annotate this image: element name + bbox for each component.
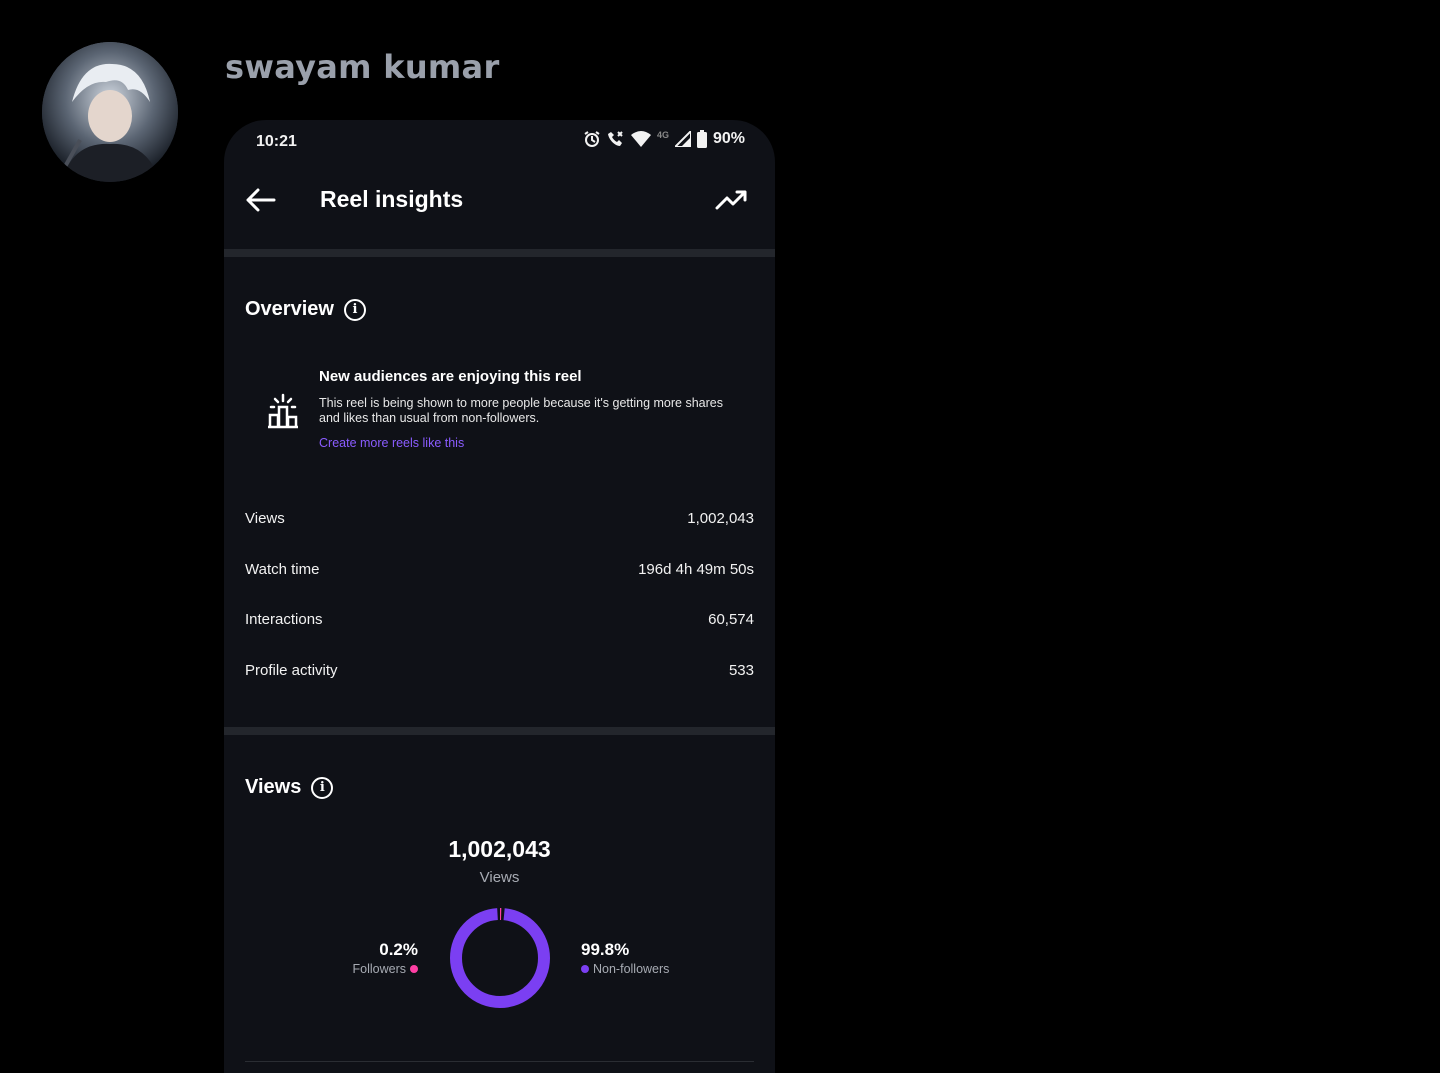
- donut-segment-non-followers: [450, 908, 550, 1008]
- views-total: 1,002,043: [448, 836, 551, 862]
- trending-up-icon[interactable]: [715, 186, 749, 214]
- battery-percent: 90%: [712, 130, 745, 147]
- page-title: Reel insights: [320, 186, 464, 212]
- podium-icon: [266, 393, 300, 429]
- promo-title: New audiences are enjoying this reel: [319, 368, 582, 385]
- views-donut-chart: [450, 908, 550, 1008]
- promo-text: This reel is being shown to more people …: [319, 396, 723, 425]
- followers-label: Followers: [352, 962, 407, 976]
- metric-label: Views: [245, 510, 285, 527]
- metric-value: 196d 4h 49m 50s: [638, 561, 754, 578]
- metric-row: Views 1,002,043: [245, 510, 754, 534]
- metric-label: Interactions: [245, 611, 323, 628]
- views-total-label: Views: [479, 869, 520, 886]
- app-bar: Reel insights: [224, 176, 775, 236]
- status-icons: 4G 90%: [583, 130, 745, 148]
- section-divider: [224, 249, 775, 257]
- views-heading: Views i: [245, 776, 334, 799]
- sender-avatar[interactable]: [42, 42, 178, 182]
- signal-icon: [674, 131, 691, 147]
- sender-name: swayam kumar: [225, 48, 500, 86]
- overview-title: Overview: [245, 298, 334, 320]
- info-icon[interactable]: i: [311, 776, 334, 799]
- arrow-left-icon[interactable]: [244, 186, 278, 214]
- info-icon[interactable]: i: [343, 298, 366, 321]
- non-followers-stat: 99.8% Non-followers: [581, 940, 669, 976]
- metric-value: 1,002,043: [687, 510, 754, 527]
- metric-value: 60,574: [708, 611, 754, 628]
- status-time: 10:21: [256, 133, 297, 150]
- followers-stat: 0.2% Followers: [352, 940, 418, 976]
- alarm-icon: [583, 130, 601, 148]
- metric-label: Profile activity: [245, 662, 338, 679]
- screenshot-phone: 10:21 4G 90% Reel insights Overview i Ne…: [224, 120, 775, 1073]
- non-followers-label: Non-followers: [593, 962, 670, 976]
- status-bar: 10:21 4G 90%: [224, 120, 775, 164]
- followers-percent: 0.2%: [379, 940, 418, 959]
- call-icon: [607, 130, 625, 148]
- network-type: 4G: [656, 130, 669, 140]
- battery-icon: [696, 130, 707, 148]
- metric-row: Interactions 60,574: [245, 611, 754, 635]
- views-title: Views: [245, 776, 302, 798]
- followers-legend-dot: [410, 965, 418, 973]
- non-followers-percent: 99.8%: [581, 940, 630, 959]
- metric-row: Watch time 196d 4h 49m 50s: [245, 561, 754, 585]
- metric-value: 533: [728, 662, 754, 679]
- wifi-icon: [630, 131, 651, 147]
- section-divider: [224, 727, 775, 735]
- non-followers-legend-dot: [581, 965, 589, 973]
- overview-heading: Overview i: [245, 298, 366, 321]
- metric-row: Profile activity 533: [245, 662, 754, 686]
- metric-label: Watch time: [245, 561, 320, 578]
- create-more-reels-link[interactable]: Create more reels like this: [319, 436, 464, 450]
- section-divider-line: [245, 1061, 754, 1062]
